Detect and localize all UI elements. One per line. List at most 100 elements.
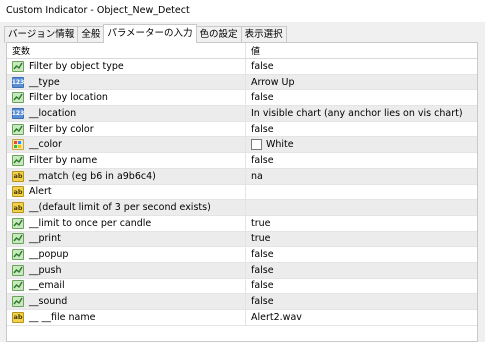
parameter-name-cell: __popup bbox=[7, 247, 246, 262]
table-row[interactable]: 123 __location In visible chart (any ancho… bbox=[7, 106, 477, 122]
parameter-value-cell[interactable]: false bbox=[246, 59, 477, 74]
parameter-value-cell[interactable] bbox=[246, 185, 477, 200]
table-row[interactable]: Filter by color false bbox=[7, 121, 477, 138]
parameter-name-cell: ab __ __file name bbox=[7, 310, 246, 325]
parameter-name-cell: __print bbox=[7, 231, 246, 247]
table-row[interactable]: Filter by location false bbox=[7, 90, 477, 107]
parameter-value: true bbox=[251, 233, 271, 245]
parameter-value-cell[interactable]: false bbox=[246, 247, 477, 262]
table-row[interactable]: __popup false bbox=[7, 247, 477, 263]
table-row[interactable]: ab Alert bbox=[7, 184, 477, 201]
table-row[interactable]: Filter by object type false bbox=[7, 59, 477, 75]
bool-icon bbox=[12, 280, 24, 292]
parameter-name: Alert bbox=[29, 186, 52, 198]
table-row[interactable]: __sound false bbox=[7, 294, 477, 310]
parameter-value-cell[interactable]: In visible chart (any anchor lies on vis… bbox=[246, 106, 477, 121]
parameters-panel: 変数 値 Filter by object type false 123 __type… bbox=[6, 42, 478, 342]
table-row[interactable]: __color White bbox=[7, 137, 477, 154]
parameter-name: __limit to once per candle bbox=[29, 217, 152, 229]
parameter-name: __match (eg b6 in a9b6c4) bbox=[29, 170, 156, 182]
header-variable[interactable]: 変数 bbox=[7, 43, 246, 58]
parameter-value: false bbox=[251, 123, 274, 135]
parameter-value: false bbox=[251, 249, 274, 261]
parameter-name: __popup bbox=[29, 249, 69, 261]
bool-icon bbox=[12, 123, 24, 135]
parameter-value: na bbox=[251, 170, 263, 182]
parameter-value-cell[interactable]: White bbox=[246, 137, 477, 153]
parameter-value-cell[interactable]: Arrow Up bbox=[246, 74, 477, 90]
parameter-value-cell[interactable]: false bbox=[246, 262, 477, 278]
parameter-name: __color bbox=[29, 139, 62, 151]
table-row[interactable]: Filter by name false bbox=[7, 153, 477, 169]
parameter-value-cell[interactable]: true bbox=[246, 231, 477, 247]
color-swatch[interactable] bbox=[251, 139, 262, 151]
parameter-value-cell[interactable] bbox=[246, 200, 477, 215]
parameter-name-cell: 123 __type bbox=[7, 74, 246, 90]
parameter-value-cell[interactable]: true bbox=[246, 216, 477, 231]
grid-header: 変数 値 bbox=[7, 43, 477, 59]
parameter-value-cell[interactable]: Alert2.wav bbox=[246, 310, 477, 325]
string-icon: ab bbox=[12, 311, 24, 323]
table-row[interactable]: __email false bbox=[7, 278, 477, 295]
tab-input-parameters[interactable]: パラメーターの入力 bbox=[103, 24, 197, 43]
parameter-value: false bbox=[251, 154, 274, 166]
table-row[interactable]: ab __ __file name Alert2.wav bbox=[7, 310, 477, 326]
table-row[interactable]: 123 __type Arrow Up bbox=[7, 74, 477, 91]
parameter-name-cell: Filter by location bbox=[7, 90, 246, 106]
parameter-name-cell: ab Alert bbox=[7, 184, 246, 200]
parameter-value: false bbox=[251, 296, 274, 308]
table-row[interactable]: __push false bbox=[7, 262, 477, 279]
parameter-value: false bbox=[251, 92, 274, 104]
parameter-value: White bbox=[266, 139, 294, 151]
enum-icon: 123 bbox=[11, 76, 25, 88]
parameter-name: __location bbox=[29, 107, 77, 119]
parameter-name: __ __file name bbox=[29, 311, 96, 323]
parameter-name: __print bbox=[29, 233, 61, 245]
parameter-value-cell[interactable]: false bbox=[246, 279, 477, 294]
parameter-name-cell: Filter by color bbox=[7, 121, 246, 137]
bool-icon bbox=[12, 233, 24, 245]
table-row[interactable]: ab __match (eg b6 in a9b6c4) na bbox=[7, 168, 477, 185]
parameters-grid: 変数 値 Filter by object type false 123 __type… bbox=[7, 43, 477, 326]
tab-bar: バージョン情報 全般 パラメーターの入力 色の設定 表示選択 bbox=[4, 24, 287, 43]
parameter-value-cell[interactable]: false bbox=[246, 90, 477, 105]
parameter-value-cell[interactable]: false bbox=[246, 294, 477, 309]
parameter-name: Filter by object type bbox=[29, 60, 124, 72]
parameter-name: __email bbox=[29, 280, 65, 292]
parameter-name-cell: Filter by object type bbox=[7, 59, 246, 74]
parameter-value: Alert2.wav bbox=[251, 311, 302, 323]
parameter-name: __type bbox=[29, 76, 60, 88]
color-icon bbox=[12, 139, 24, 151]
header-value[interactable]: 値 bbox=[246, 43, 477, 58]
table-row[interactable]: __limit to once per candle true bbox=[7, 215, 477, 232]
parameter-name-cell: __limit to once per candle bbox=[7, 215, 246, 231]
parameter-name: __(default limit of 3 per second exists) bbox=[29, 202, 211, 214]
table-row[interactable]: ab __(default limit of 3 per second exist… bbox=[7, 200, 477, 216]
parameter-value: Arrow Up bbox=[251, 76, 295, 88]
parameter-name-cell: Filter by name bbox=[7, 153, 246, 168]
parameter-name: __push bbox=[29, 264, 62, 276]
parameter-name-cell: 123 __location bbox=[7, 106, 246, 121]
tab-display-selection[interactable]: 表示選択 bbox=[240, 26, 287, 43]
parameter-name-cell: __push bbox=[7, 262, 246, 278]
tab-general[interactable]: 全般 bbox=[77, 26, 105, 43]
parameter-value-cell[interactable]: false bbox=[246, 122, 477, 137]
parameter-name-cell: __email bbox=[7, 278, 246, 294]
enum-icon: 123 bbox=[11, 107, 25, 119]
bool-icon bbox=[12, 154, 24, 166]
parameter-name-cell: __sound bbox=[7, 294, 246, 309]
parameter-value: true bbox=[251, 217, 271, 229]
tab-version-info[interactable]: バージョン情報 bbox=[4, 26, 79, 43]
string-icon: ab bbox=[12, 202, 24, 214]
parameter-value-cell[interactable]: false bbox=[246, 153, 477, 168]
parameter-name-cell: __color bbox=[7, 137, 246, 153]
table-row[interactable]: __print true bbox=[7, 231, 477, 248]
parameter-name: Filter by name bbox=[29, 154, 98, 166]
bool-icon bbox=[12, 92, 24, 104]
tab-color-settings[interactable]: 色の設定 bbox=[195, 26, 242, 43]
parameter-name-cell: ab __(default limit of 3 per second exist… bbox=[7, 200, 246, 215]
parameter-value-cell[interactable]: na bbox=[246, 168, 477, 184]
bool-icon bbox=[12, 249, 24, 261]
bool-icon bbox=[12, 296, 24, 308]
bool-icon bbox=[12, 264, 24, 276]
